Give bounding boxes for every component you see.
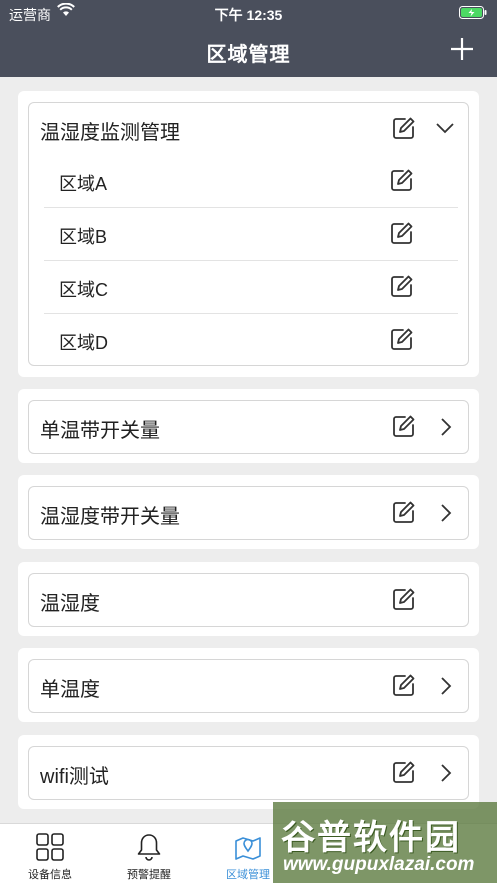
area-list: 温湿度监测管理 区域A 区域B 区域C 区域D 单温带开关量 温湿度带开关量 温… [0, 77, 497, 823]
sub-area-list: 区域A 区域B 区域C 区域D [44, 155, 458, 366]
edit-icon[interactable] [392, 587, 416, 611]
area-card[interactable]: 单温带开关量 [28, 400, 469, 454]
chevron-right-icon[interactable] [437, 677, 455, 695]
edit-icon[interactable] [392, 500, 416, 524]
watermark: 谷普软件园 www.gupuxlazai.com [273, 802, 497, 883]
area-group: 温湿度 [18, 562, 479, 636]
area-card-title: 单温带开关量 [40, 420, 160, 442]
add-button[interactable] [449, 36, 475, 62]
area-card-title: 单温度 [40, 679, 100, 701]
nav-bar: 区域管理 [0, 26, 497, 77]
tab-device-info[interactable]: 设备信息 [0, 824, 100, 883]
area-card[interactable]: 温湿度 [28, 573, 469, 627]
chevron-right-icon[interactable] [437, 764, 455, 782]
area-group: wifi测试 [18, 735, 479, 809]
sub-area-item[interactable]: 区域D [44, 314, 458, 366]
chevron-right-icon[interactable] [437, 504, 455, 522]
sub-area-item[interactable]: 区域C [44, 261, 458, 314]
watermark-url: www.gupuxlazai.com [283, 854, 475, 875]
sub-area-item[interactable]: 区域A [44, 155, 458, 208]
area-card-title: 温湿度带开关量 [40, 506, 180, 528]
sub-area-label: 区域D [59, 333, 108, 353]
area-group: 温湿度监测管理 区域A 区域B 区域C 区域D [18, 91, 479, 377]
area-group: 温湿度带开关量 [18, 475, 479, 549]
edit-icon[interactable] [390, 168, 414, 192]
sub-area-label: 区域B [59, 227, 108, 247]
edit-icon[interactable] [390, 221, 414, 245]
edit-icon[interactable] [390, 274, 414, 298]
status-time: 下午 12:35 [214, 7, 283, 23]
chevron-down-icon[interactable] [436, 119, 454, 137]
sub-area-label: 区域A [59, 174, 108, 194]
status-bar: 运营商 下午 12:35 [0, 0, 497, 26]
bell-icon [137, 834, 161, 861]
edit-icon[interactable] [392, 673, 416, 697]
grid-icon [36, 833, 64, 861]
tab-alerts[interactable]: 预警提醒 [99, 824, 199, 883]
area-group: 单温度 [18, 648, 479, 722]
edit-icon[interactable] [392, 116, 416, 140]
area-card-title: wifi测试 [40, 766, 109, 788]
area-card: 温湿度监测管理 区域A 区域B 区域C 区域D [28, 102, 469, 366]
edit-icon[interactable] [390, 327, 414, 351]
tab-label: 预警提醒 [127, 869, 171, 881]
area-card-title: 温湿度监测管理 [40, 122, 180, 144]
area-group: 单温带开关量 [18, 389, 479, 463]
area-card[interactable]: wifi测试 [28, 746, 469, 800]
sub-area-item[interactable]: 区域B [44, 208, 458, 261]
edit-icon[interactable] [392, 760, 416, 784]
chevron-right-icon[interactable] [437, 418, 455, 436]
area-card-title: 温湿度 [40, 593, 100, 615]
area-card[interactable]: 单温度 [28, 659, 469, 713]
battery-icon [459, 6, 487, 22]
plus-icon [451, 38, 473, 60]
sub-area-label: 区域C [59, 280, 108, 300]
map-pin-icon [235, 837, 261, 860]
page-title: 区域管理 [206, 44, 291, 66]
area-card-header[interactable]: 温湿度监测管理 [29, 103, 468, 153]
area-card[interactable]: 温湿度带开关量 [28, 486, 469, 540]
top-bar: 运营商 下午 12:35 区域管理 [0, 0, 497, 77]
watermark-text: 谷普软件园 [281, 819, 461, 857]
tab-label: 设备信息 [28, 869, 72, 881]
edit-icon[interactable] [392, 414, 416, 438]
